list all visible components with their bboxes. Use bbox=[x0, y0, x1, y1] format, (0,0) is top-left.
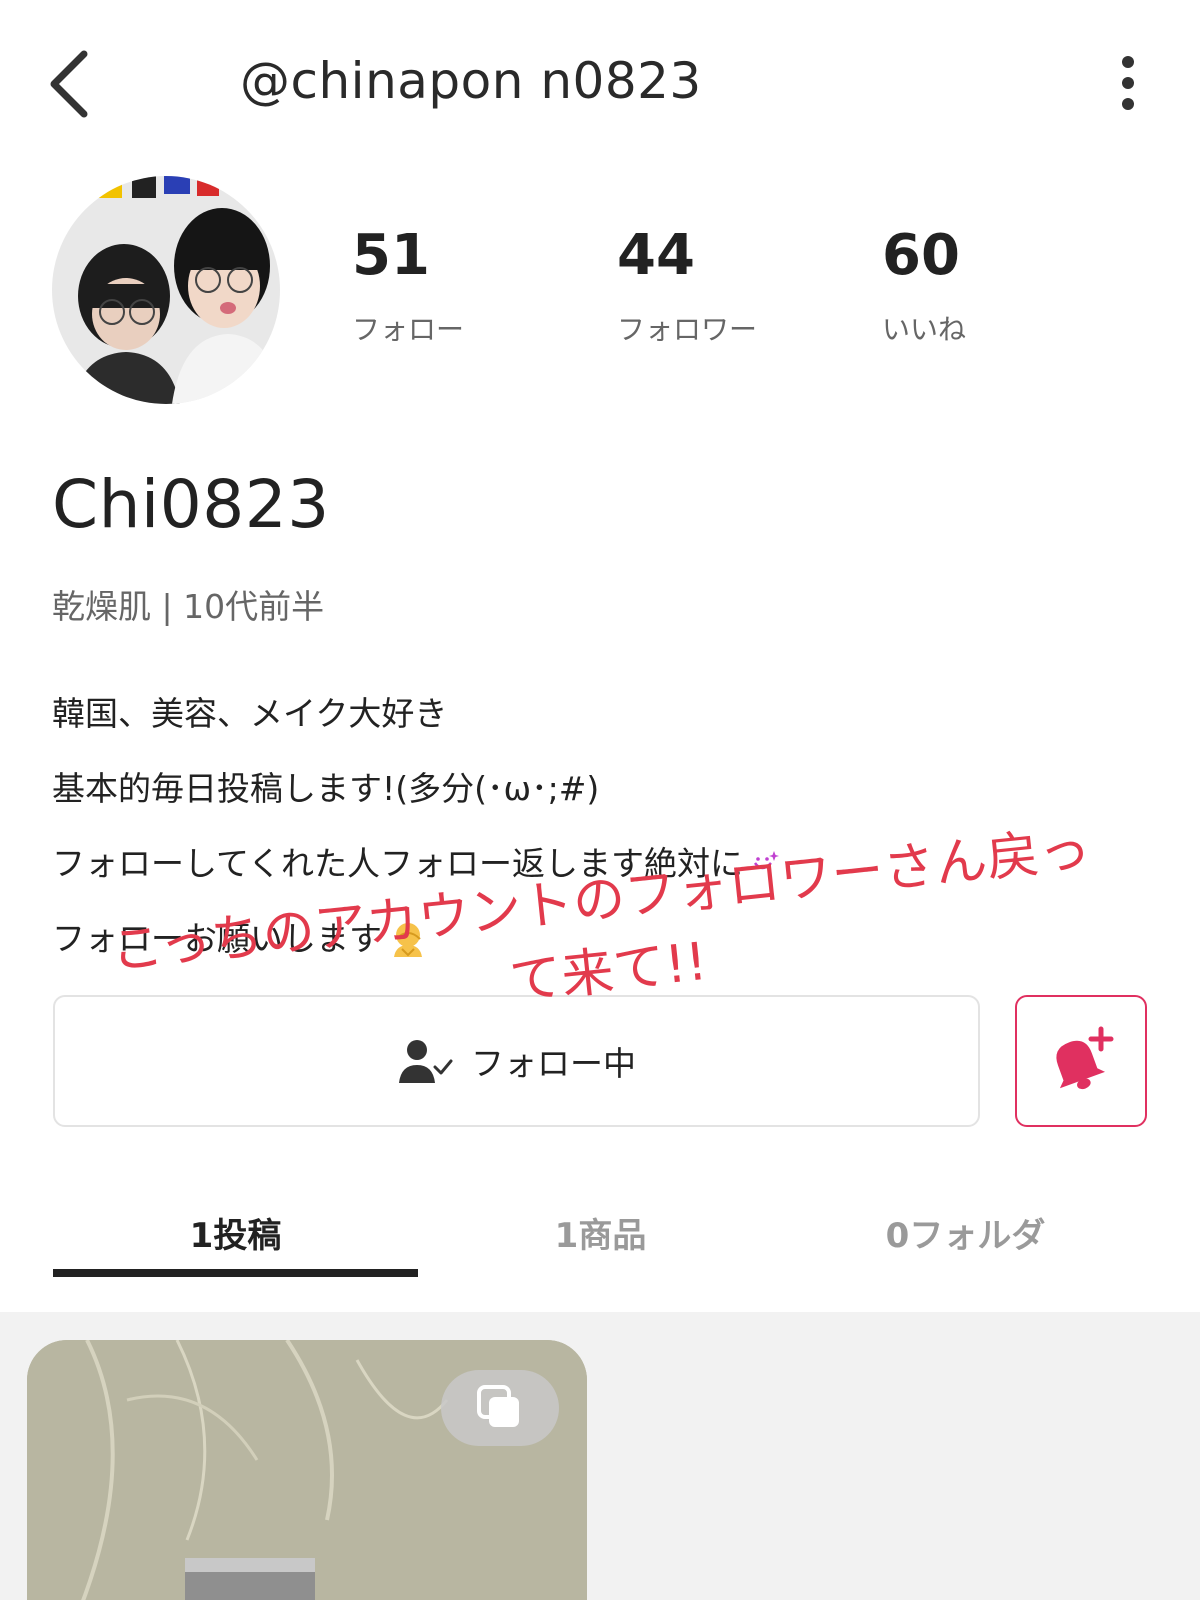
bio-line: 基本的毎日投稿します!(多分(･ω･;#) bbox=[52, 751, 1152, 826]
tab-products[interactable]: 1商品 bbox=[418, 1208, 783, 1257]
following-label: フォロー中 bbox=[471, 1044, 636, 1083]
bio-line: フォローお願いします bbox=[52, 901, 1152, 976]
copy-icon bbox=[477, 1385, 519, 1427]
sparkle-smile-icon bbox=[754, 850, 780, 869]
content-tabs: 1投稿 1商品 0フォルダ bbox=[0, 1190, 1200, 1310]
stat-likes[interactable]: 60 いいね bbox=[882, 228, 1102, 348]
profile-bio: 韓国、美容、メイク大好き 基本的毎日投稿します!(多分(･ω･;#) フォローし… bbox=[52, 676, 1152, 976]
stat-value: 51 bbox=[352, 223, 430, 288]
bio-text: フォローしてくれた人フォロー返します絶対に bbox=[52, 843, 744, 883]
bell-plus-icon bbox=[1056, 1026, 1114, 1090]
bio-text: 基本的毎日投稿します!(多分(･ω･;#) bbox=[52, 768, 600, 808]
stat-label: いいね bbox=[882, 313, 967, 346]
multiple-images-badge bbox=[441, 1370, 559, 1446]
stat-label: フォロワー bbox=[617, 313, 758, 346]
stat-value: 60 bbox=[882, 223, 960, 288]
display-name: Chi0823 bbox=[52, 466, 330, 543]
active-tab-indicator bbox=[53, 1269, 418, 1277]
profile-meta: 乾燥肌 | 10代前半 bbox=[52, 587, 325, 626]
top-bar: @chinapon n0823 bbox=[0, 0, 1200, 170]
post-thumbnail[interactable] bbox=[27, 1340, 587, 1600]
more-options-button[interactable] bbox=[1100, 52, 1156, 118]
user-check-icon bbox=[399, 1040, 453, 1083]
bio-text: 韓国、美容、メイク大好き bbox=[52, 693, 448, 733]
following-button[interactable]: フォロー中 bbox=[53, 995, 980, 1127]
stat-following[interactable]: 51 フォロー bbox=[352, 228, 572, 348]
bio-text: フォローお願いします bbox=[52, 918, 382, 958]
tab-posts[interactable]: 1投稿 bbox=[53, 1208, 418, 1257]
bowing-person-icon bbox=[394, 922, 422, 957]
chevron-left-icon bbox=[50, 50, 88, 118]
bio-line: フォローしてくれた人フォロー返します絶対に bbox=[52, 826, 1152, 901]
notification-bell-button[interactable] bbox=[1015, 995, 1147, 1127]
stat-label: フォロー bbox=[352, 313, 465, 346]
back-button[interactable] bbox=[40, 40, 110, 130]
more-vertical-icon bbox=[1122, 56, 1134, 110]
avatar[interactable] bbox=[52, 176, 280, 404]
stat-followers[interactable]: 44 フォロワー bbox=[617, 228, 837, 348]
tab-folders[interactable]: 0フォルダ bbox=[783, 1208, 1148, 1257]
bio-line: 韓国、美容、メイク大好き bbox=[52, 676, 1152, 751]
profile-handle: @chinapon n0823 bbox=[240, 52, 702, 110]
stat-value: 44 bbox=[617, 223, 695, 288]
